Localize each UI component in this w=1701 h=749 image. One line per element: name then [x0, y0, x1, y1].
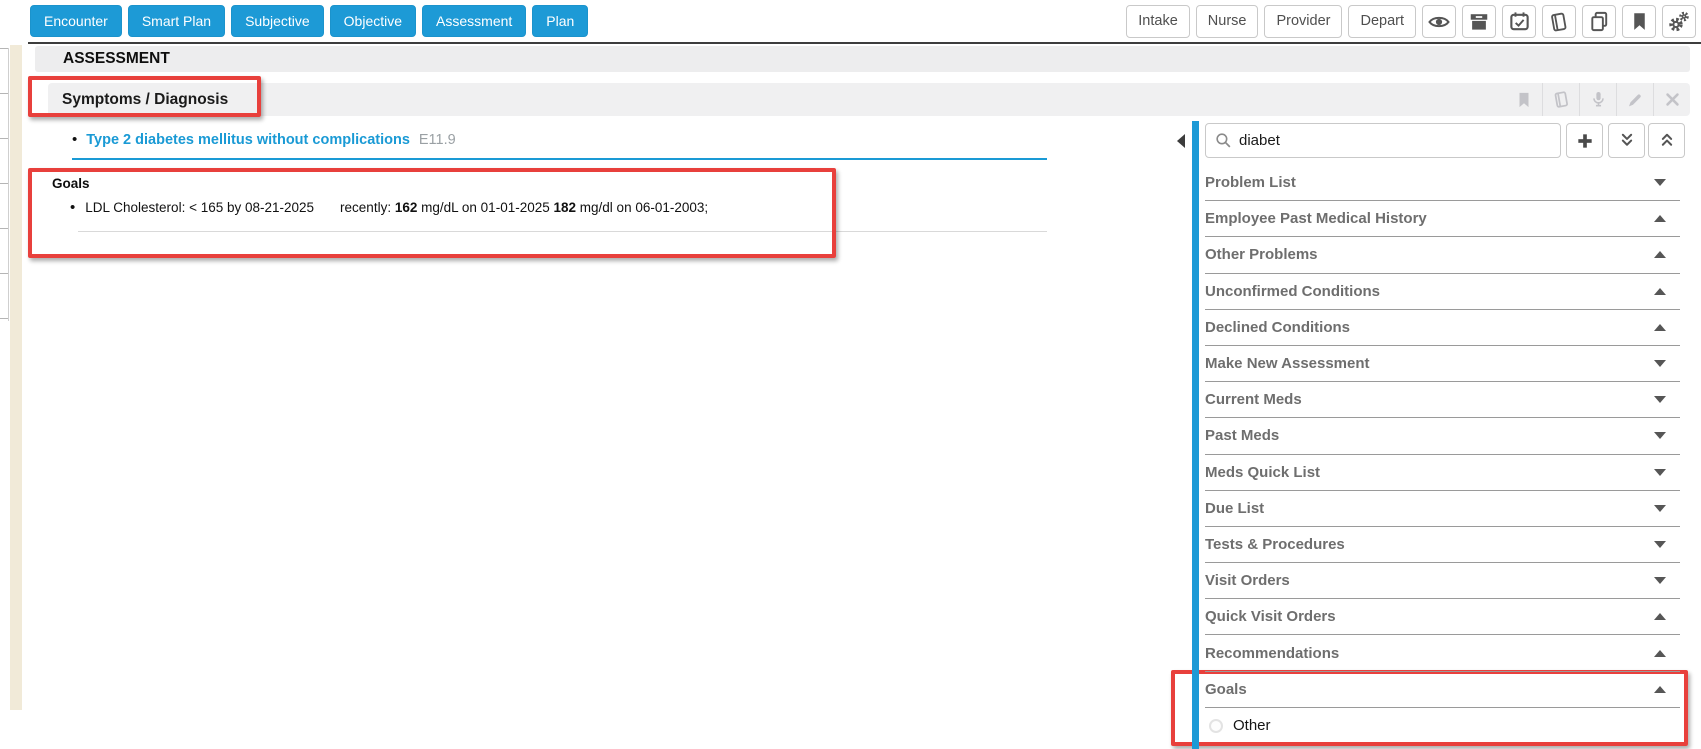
assessment-section-bar: ASSESSMENT [35, 46, 1690, 72]
chevron-up-icon [1654, 215, 1666, 223]
page-title: ASSESSMENT [63, 50, 170, 67]
close-icon[interactable] [1653, 83, 1690, 116]
radio-button[interactable] [1209, 718, 1223, 733]
gears-icon[interactable] [1662, 5, 1696, 38]
chevron-down-icon [1654, 360, 1666, 368]
chevron-down-icon [1654, 432, 1666, 440]
chart-nav-group: Encounter Smart Plan Subjective Objectiv… [30, 5, 589, 37]
sidebar-item-visit-orders[interactable]: Visit Orders [1205, 563, 1680, 600]
pencil-icon[interactable] [1616, 83, 1653, 116]
sidebar-item-make-new-assessment[interactable]: Make New Assessment [1205, 346, 1680, 383]
nav-button-encounter[interactable]: Encounter [30, 5, 122, 37]
eye-icon[interactable] [1422, 5, 1456, 38]
left-rail-grid [0, 48, 9, 321]
symptoms-bar-actions [1505, 83, 1690, 116]
double-chevron-up-icon [1661, 133, 1672, 146]
nav-button-plan[interactable]: Plan [532, 5, 589, 37]
copy-icon[interactable] [1582, 5, 1616, 38]
bookmark-icon[interactable] [1505, 83, 1542, 116]
goal-list-item: • LDL Cholesterol: < 165 by 08-21-2025 re… [70, 200, 708, 215]
expand-all-button[interactable] [1648, 123, 1685, 158]
nav-button-subjective[interactable]: Subjective [231, 5, 324, 37]
chevron-down-icon [1654, 396, 1666, 404]
stage-button-provider[interactable]: Provider [1264, 5, 1343, 38]
stage-button-depart[interactable]: Depart [1348, 5, 1416, 38]
diagnosis-divider [72, 158, 1047, 160]
plus-icon [1577, 133, 1592, 148]
bullet: • [70, 199, 76, 216]
add-button[interactable] [1566, 123, 1603, 158]
chevron-up-icon [1654, 649, 1666, 657]
visit-stage-group: Intake Nurse Provider Depart [1126, 5, 1696, 38]
left-beige-strip [10, 45, 22, 710]
top-toolbar: Encounter Smart Plan Subjective Objectiv… [0, 0, 1701, 42]
search-icon [1216, 133, 1231, 148]
icd-code: E11.9 [418, 132, 456, 148]
book-icon[interactable] [1542, 83, 1579, 116]
nav-button-assessment[interactable]: Assessment [422, 5, 527, 37]
goal-divider [78, 231, 1047, 232]
chevron-down-icon [1654, 504, 1666, 512]
chevron-down-icon [1654, 179, 1666, 187]
chevron-up-icon [1654, 323, 1666, 331]
sidebar-item-current-meds[interactable]: Current Meds [1205, 382, 1680, 419]
archive-box-icon[interactable] [1462, 5, 1496, 38]
chevron-down-icon [1654, 468, 1666, 476]
sidebar-item-declined-conditions[interactable]: Declined Conditions [1205, 310, 1680, 346]
bookmark-icon[interactable] [1622, 5, 1656, 38]
diagnosis-link[interactable]: Type 2 diabetes mellitus without complic… [86, 132, 410, 148]
chevron-up-icon [1654, 613, 1666, 621]
calendar-check-icon[interactable] [1502, 5, 1536, 38]
ehr-assessment-screen: Encounter Smart Plan Subjective Objectiv… [0, 0, 1701, 749]
stage-button-intake[interactable]: Intake [1126, 5, 1190, 38]
sidebar-item-other-problems[interactable]: Other Problems [1205, 237, 1680, 274]
sidebar-item-unconfirmed-conditions[interactable]: Unconfirmed Conditions [1205, 274, 1680, 310]
stage-button-nurse[interactable]: Nurse [1195, 5, 1259, 38]
bullet: • [72, 131, 78, 148]
sidebar-item-tests-procedures[interactable]: Tests & Procedures [1205, 527, 1680, 564]
nav-button-smart-plan[interactable]: Smart Plan [127, 5, 226, 37]
toolbar-divider [28, 42, 1701, 44]
symptoms-diagnosis-title: Symptoms / Diagnosis [62, 90, 229, 108]
search-input[interactable] [1239, 132, 1552, 149]
chevron-down-icon [1654, 540, 1666, 548]
sidebar-item-recommendations[interactable]: Recommendations [1205, 635, 1680, 672]
chevron-up-icon [1654, 251, 1666, 259]
chevron-down-icon [1654, 577, 1666, 585]
sidebar-section-list: Problem List Employee Past Medical Histo… [1205, 165, 1680, 744]
goal-text: LDL Cholesterol: < 165 by 08-21-2025 rece… [85, 200, 709, 215]
collapse-all-button[interactable] [1608, 123, 1645, 158]
sidebar-item-past-meds[interactable]: Past Meds [1205, 418, 1680, 455]
goals-heading: Goals [52, 176, 90, 191]
collapse-left-icon[interactable] [1175, 133, 1187, 149]
book-icon[interactable] [1542, 5, 1576, 38]
sidebar-item-goals[interactable]: Goals [1205, 672, 1680, 708]
sidebar-item-due-list[interactable]: Due List [1205, 491, 1680, 527]
sidebar-item-problem-list[interactable]: Problem List [1205, 165, 1680, 202]
chevron-up-icon [1654, 287, 1666, 295]
sidebar-item-meds-quick-list[interactable]: Meds Quick List [1205, 455, 1680, 491]
microphone-icon[interactable] [1579, 83, 1616, 116]
sidebar-item-employee-past-medical-history[interactable]: Employee Past Medical History [1205, 201, 1680, 238]
nav-button-objective[interactable]: Objective [329, 5, 417, 37]
double-chevron-down-icon [1621, 133, 1632, 146]
diagnosis-list-item: • Type 2 diabetes mellitus without compl… [72, 132, 456, 148]
goals-option-label: Other [1233, 717, 1271, 735]
goals-option-other[interactable]: Other [1205, 708, 1680, 744]
sidebar-search [1205, 123, 1561, 158]
symptoms-diagnosis-bar: Symptoms / Diagnosis [48, 83, 1690, 116]
sidebar-item-quick-visit-orders[interactable]: Quick Visit Orders [1205, 599, 1680, 636]
chevron-up-icon [1654, 685, 1666, 693]
sidebar-accent-bar [1192, 121, 1199, 749]
